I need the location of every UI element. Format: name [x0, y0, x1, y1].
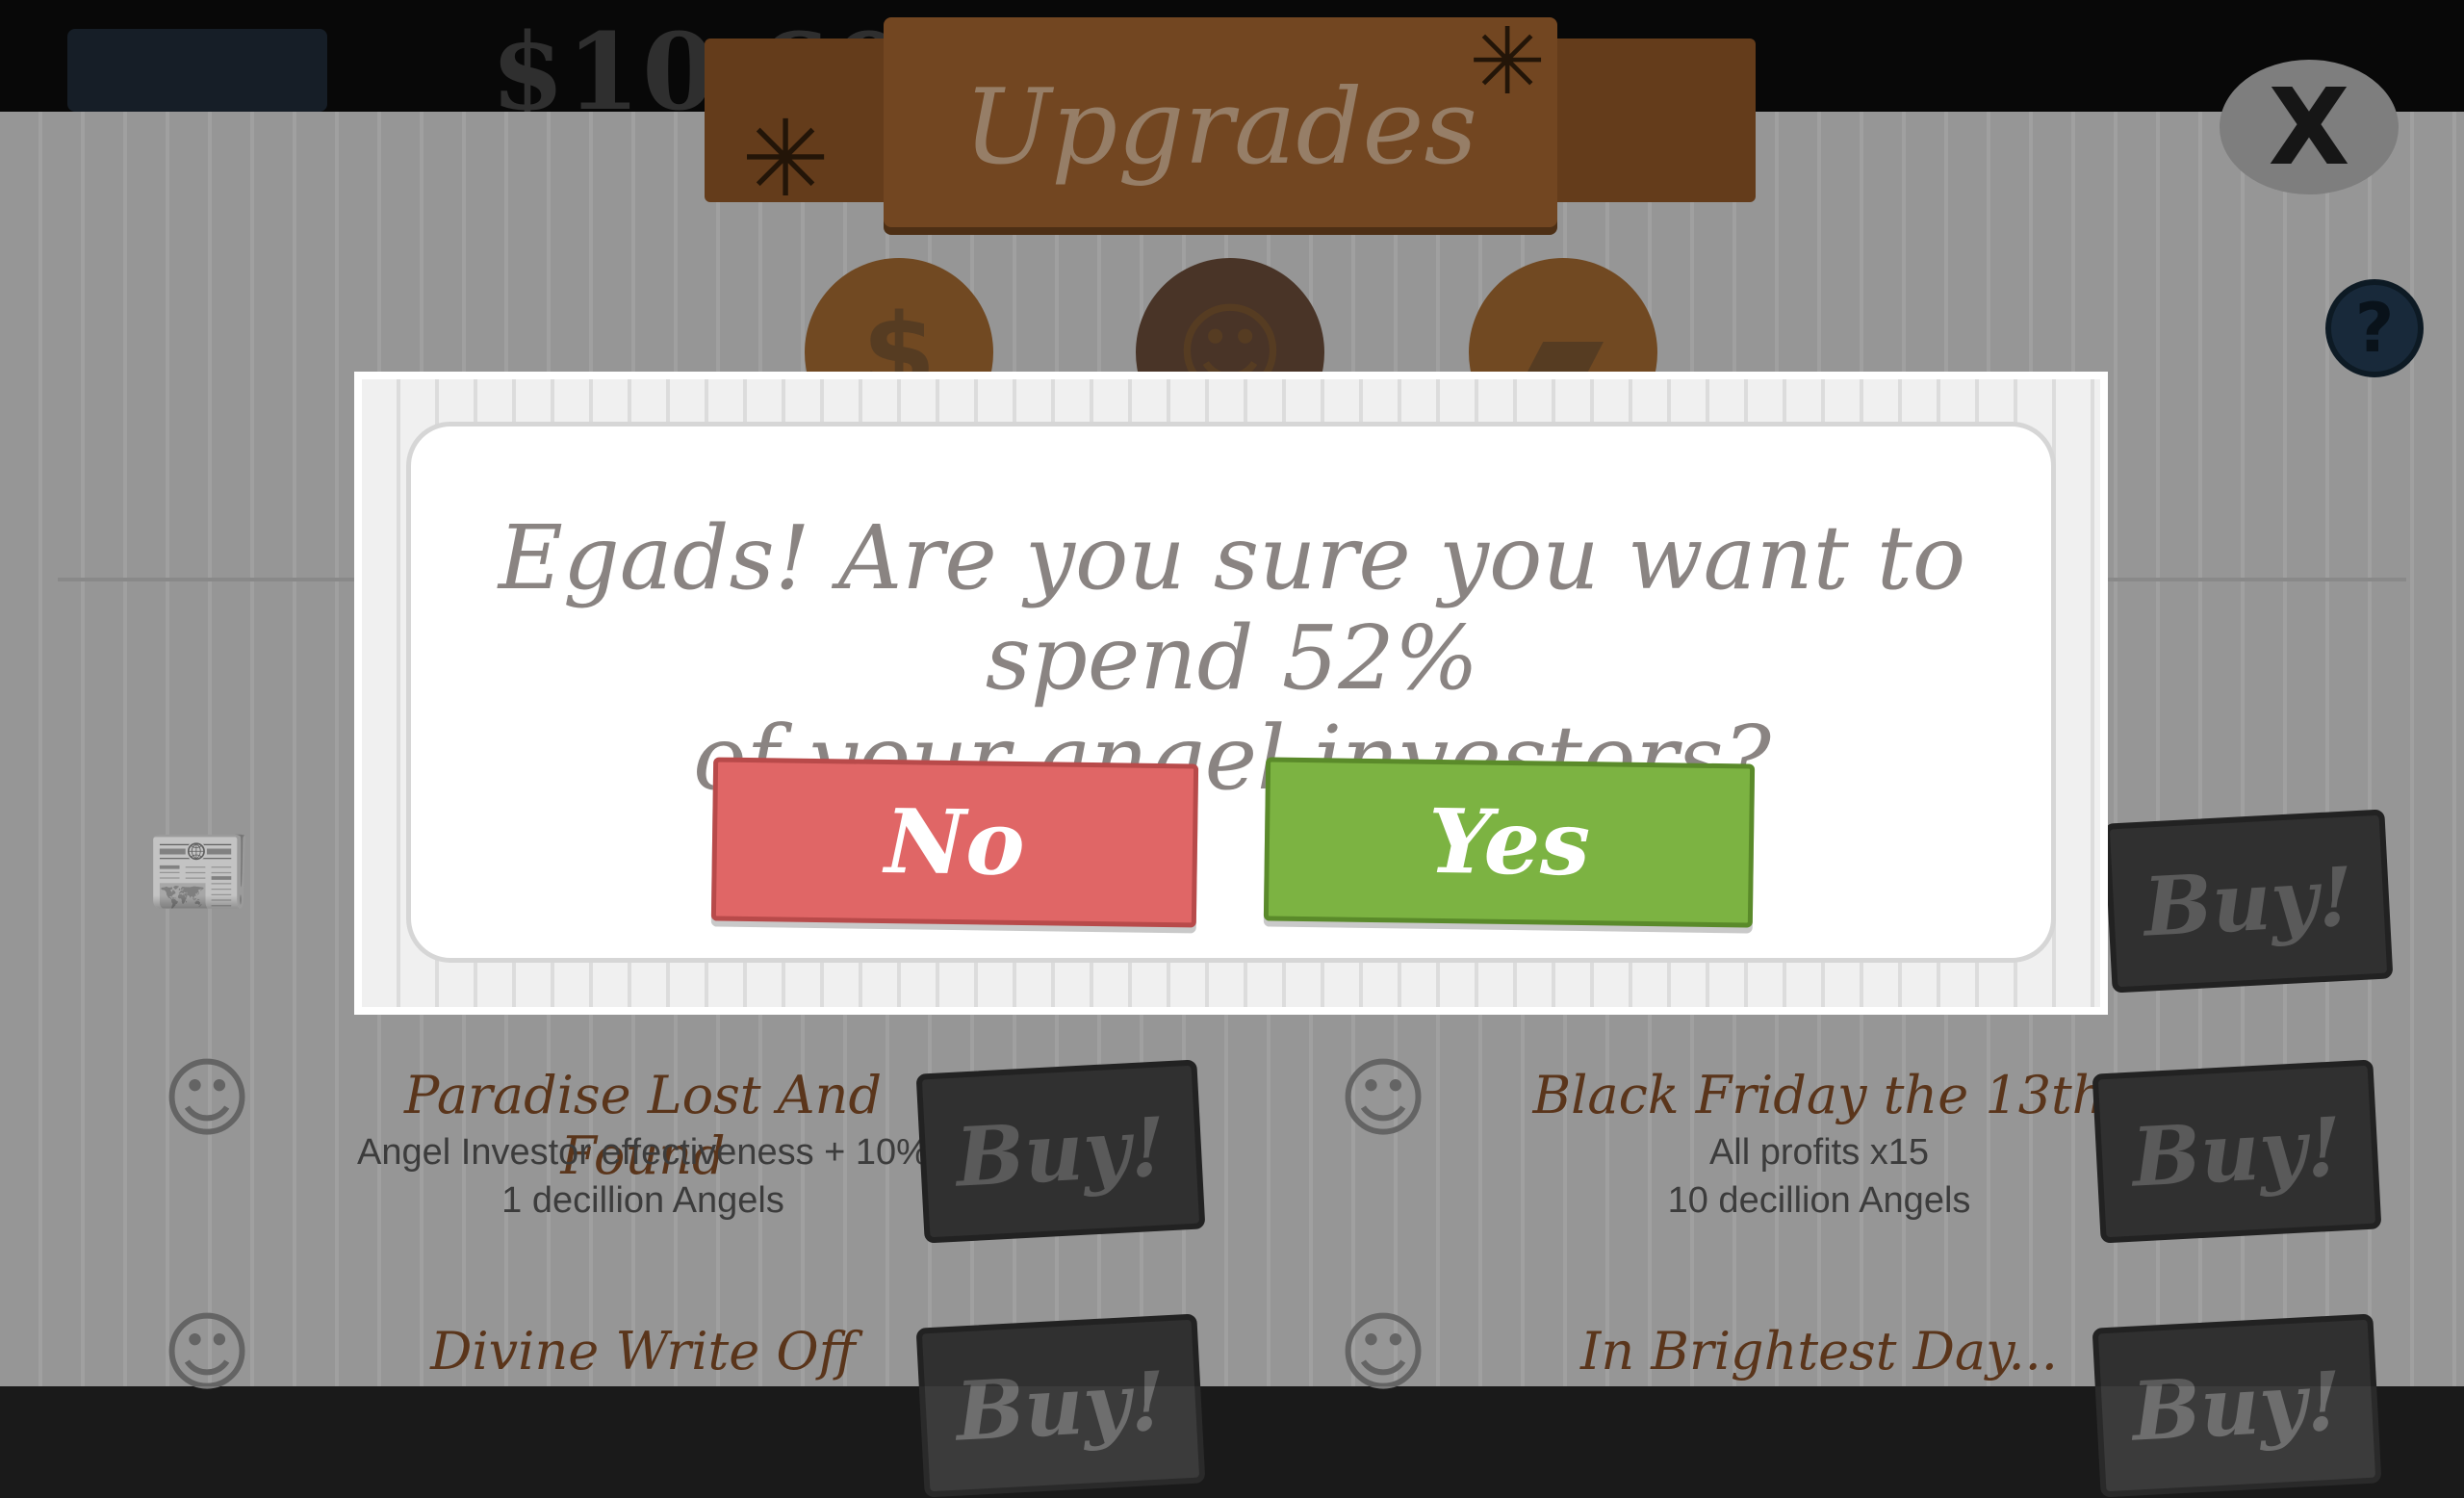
dialog-message-line2: of your angel investors? [693, 707, 1771, 810]
no-button[interactable]: No [710, 757, 1199, 928]
dialog-message: Egads! Are you sure you want to spend 52… [424, 508, 2040, 809]
yes-button[interactable]: Yes [1263, 757, 1756, 928]
dialog-message-line1: Egads! Are you sure you want to spend 52… [498, 506, 1966, 710]
